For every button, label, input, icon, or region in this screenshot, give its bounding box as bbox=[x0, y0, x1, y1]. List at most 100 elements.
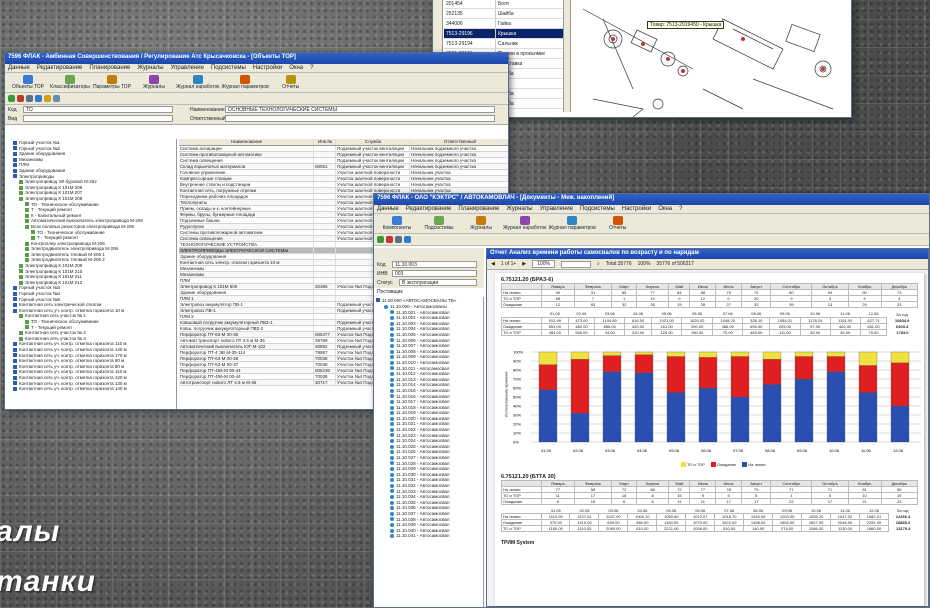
toolbar-button[interactable]: Отчеты bbox=[598, 216, 638, 231]
vid-field[interactable] bbox=[23, 115, 173, 122]
menu-item[interactable]: Окна bbox=[289, 65, 303, 71]
menu-item[interactable]: Данные bbox=[377, 206, 399, 212]
zoom-select[interactable]: 100% bbox=[532, 260, 555, 268]
tree-item-label: 11.10.030 - Автосамосвал bbox=[396, 471, 450, 477]
menu-item[interactable]: Управление bbox=[540, 206, 573, 212]
bar-maintenance bbox=[698, 351, 718, 358]
menu-item[interactable]: Настройки bbox=[253, 65, 282, 71]
table-cell: 75.00 bbox=[859, 328, 888, 336]
menu-item[interactable]: ? bbox=[679, 206, 682, 212]
toolbar-button[interactable]: Журнал параметров bbox=[548, 216, 596, 231]
toolbar-button[interactable]: Объекты ТОР bbox=[8, 75, 48, 90]
folder-icon bbox=[13, 342, 17, 347]
toolbar-icon bbox=[192, 75, 203, 84]
bar-online bbox=[570, 412, 590, 442]
vehicle-icon bbox=[390, 495, 394, 499]
tree-item-label: 11.10.029 - Автосамосвал bbox=[396, 466, 450, 472]
part-id: 252135 bbox=[444, 9, 496, 18]
binoculars-icon[interactable]: ⌕ bbox=[597, 261, 600, 267]
grid-header-cell[interactable]: Ответственный bbox=[410, 139, 508, 145]
next-page-icon[interactable]: ▶ bbox=[522, 261, 526, 267]
menu-item[interactable]: ? bbox=[310, 65, 313, 71]
vehicle-icon bbox=[390, 506, 394, 511]
delete-icon[interactable] bbox=[17, 95, 24, 102]
tree-item-label: Контактная сеть участок № 1 bbox=[25, 313, 86, 319]
parts-row[interactable]: 7513-29196 Крышка bbox=[444, 29, 563, 39]
toolbar-button[interactable]: Журнал наработок bbox=[176, 75, 219, 90]
vehicle-tree[interactable]: 11.00.000 «АВТОСАМОСВАЛЫ ТВ» 11.10.000 - … bbox=[374, 297, 484, 607]
toolbar-button[interactable]: Журнал наработок bbox=[503, 216, 546, 231]
grid-header-cell[interactable]: Наименование bbox=[179, 139, 314, 145]
export-icon[interactable] bbox=[53, 95, 60, 102]
rep-status-field[interactable]: В эксплуатации bbox=[399, 279, 477, 286]
part-name: Сальник bbox=[498, 41, 518, 47]
toolbar-button[interactable]: Журналы bbox=[461, 216, 501, 231]
menu-item[interactable]: Планирование bbox=[458, 206, 499, 212]
delete-icon[interactable] bbox=[386, 236, 393, 243]
naim-field[interactable]: ОСНОВНЫЕ ТЕХНОЛОГИЧЕСКИЕ СИСТЕМЫ bbox=[225, 106, 495, 113]
print-icon[interactable] bbox=[395, 236, 402, 243]
menu-item[interactable]: Редактирование bbox=[37, 65, 83, 71]
parts-row[interactable]: 201454 Болт bbox=[444, 0, 563, 9]
menu-item[interactable]: Подсистемы bbox=[580, 206, 615, 212]
toolbar-button[interactable]: Журналы bbox=[134, 75, 174, 90]
tree-item-label: Электропривод К 101М 207 bbox=[25, 190, 83, 196]
table-cell: 35 bbox=[635, 301, 670, 308]
bar-waiting bbox=[890, 362, 910, 406]
check-icon[interactable] bbox=[377, 236, 384, 243]
parts-scrollbar[interactable] bbox=[564, 0, 571, 112]
toolbar-icon bbox=[434, 216, 444, 225]
toolbar-button[interactable]: Журнал параметров bbox=[221, 75, 269, 90]
menu-item[interactable]: Окна bbox=[658, 206, 672, 212]
menu-item[interactable]: Редактирование bbox=[406, 206, 452, 212]
main-window-title[interactable]: 7596 ФЛАК - Амбинная Совершенствования /… bbox=[5, 53, 508, 64]
kod-field[interactable]: ТО bbox=[23, 106, 173, 113]
object-tree[interactable]: Горный участок №1 Горный участок №2 Здание… bbox=[5, 139, 177, 409]
toolbar-button[interactable]: Классификаторы bbox=[50, 75, 90, 90]
table-cell: 274.00 bbox=[772, 525, 803, 532]
tree-item[interactable]: Контактная сеть уч. контр. отметка гориз… bbox=[7, 386, 174, 392]
toolbar-button[interactable]: Отчеты bbox=[271, 75, 311, 90]
parts-row[interactable]: 252135Шайба bbox=[444, 9, 563, 19]
grid-header-cell[interactable]: Служба bbox=[336, 139, 410, 145]
refresh-icon[interactable] bbox=[35, 95, 42, 102]
table-cell: 83 bbox=[573, 301, 613, 308]
toolbar-button[interactable]: Компоненты bbox=[377, 216, 417, 231]
report-window-title[interactable]: 7596 ФЛАК - ОАО "КЭКТРС" / АВТОКАМОВЛАЧ … bbox=[374, 194, 929, 205]
menu-item[interactable]: Управление bbox=[171, 65, 204, 71]
menu-item[interactable]: Данные bbox=[8, 65, 30, 71]
tree-item-label: Электродвигатель электропривода М-206 bbox=[31, 246, 119, 252]
parts-row[interactable]: 7513-29194 Сальник bbox=[444, 39, 563, 49]
menu-item[interactable]: Настройки bbox=[622, 206, 651, 212]
table-row: Ожидание 12 83 32 35 15 28 27 32 39 13 24 33 bbox=[501, 301, 919, 308]
grid-header-cell[interactable]: Инв.№ bbox=[314, 139, 336, 145]
menu-item[interactable]: Журналы bbox=[137, 65, 163, 71]
otv-field[interactable] bbox=[225, 115, 495, 122]
menu-item[interactable]: Журналы bbox=[506, 206, 532, 212]
search-field[interactable] bbox=[560, 260, 591, 268]
toolbar-button[interactable]: Параметры ТОР bbox=[92, 75, 132, 90]
filter-icon[interactable] bbox=[44, 95, 51, 102]
table-cell: 28 bbox=[689, 301, 717, 308]
tree-item[interactable]: 11.10.041 - Автосамосвал bbox=[376, 533, 481, 539]
parts-row[interactable]: 344006 Гайка bbox=[444, 19, 563, 29]
rep-inv-field[interactable]: 003 bbox=[392, 270, 477, 277]
menu-item[interactable]: Подсистемы bbox=[211, 65, 246, 71]
y-tick-label: 0% bbox=[513, 439, 519, 444]
check-icon[interactable] bbox=[8, 95, 15, 102]
tree-item-label: 11.10.020 - Автосамосвал bbox=[396, 415, 450, 421]
refresh-icon[interactable] bbox=[404, 236, 411, 243]
rep-kod-field[interactable]: 11.10.003 bbox=[392, 261, 477, 268]
menu-item[interactable]: Планирование bbox=[89, 65, 130, 71]
folder-icon bbox=[19, 185, 23, 190]
folder-icon bbox=[19, 269, 23, 274]
first-page-icon[interactable]: ◀ bbox=[491, 261, 495, 267]
report-viewer-title[interactable]: Отчет Анализ времени работы самосвалов п… bbox=[487, 249, 928, 259]
tree-item-label: Горный участок №5 bbox=[19, 296, 61, 302]
print-icon[interactable] bbox=[26, 95, 33, 102]
tree-item-label: 11.10.012 - Автосамосвал bbox=[396, 371, 450, 377]
toolbar-button[interactable]: Подсистемы bbox=[419, 216, 459, 231]
folder-icon bbox=[19, 263, 23, 268]
tree-item-label: 11.10.039 - Автосамосвал bbox=[396, 522, 450, 528]
bar-waiting bbox=[794, 355, 814, 379]
